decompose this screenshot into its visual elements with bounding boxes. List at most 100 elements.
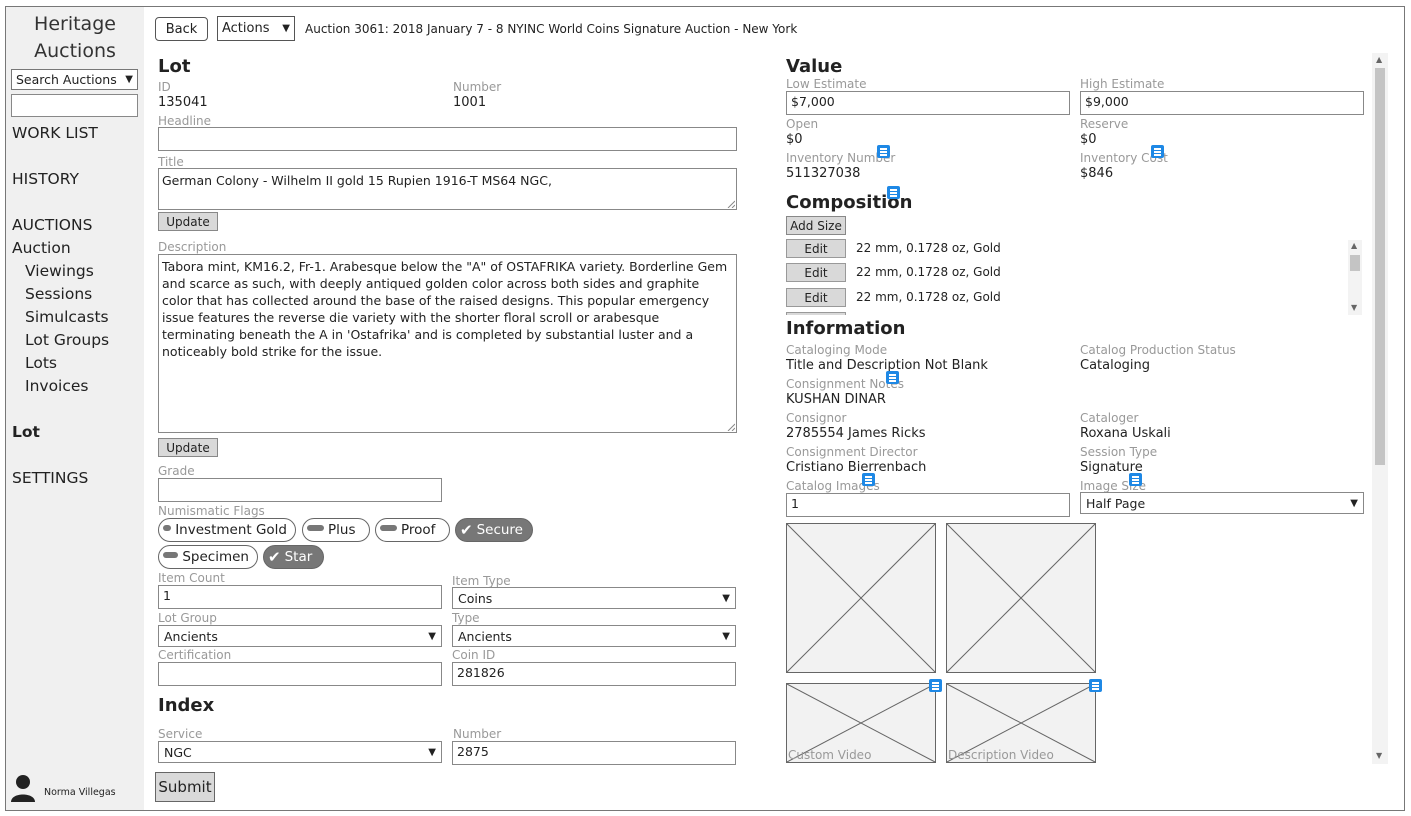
catalog-images-input[interactable]: 1 [786,493,1070,517]
description-textarea[interactable]: Tabora mint, KM16.2, Fr-1. Arabesque bel… [158,254,737,433]
chevron-down-icon: ▼ [125,74,133,85]
image-size-value: Half Page [1086,495,1146,511]
flag-label: Investment Gold [175,522,287,538]
composition-scrollbar[interactable]: ▲ ▼ [1348,240,1362,315]
item-type-select[interactable]: Coins ▼ [452,587,736,609]
scroll-up-icon[interactable]: ▲ [1376,55,1382,64]
scroll-up-icon[interactable]: ▲ [1351,241,1357,250]
composition-edit-button[interactable]: Edit [786,239,846,258]
service-select[interactable]: NGC ▼ [158,741,442,763]
title-text: German Colony - Wilhelm II gold 15 Rupie… [162,173,552,188]
composition-edit-button[interactable]: Edit [786,288,846,307]
composition-scrollbar-thumb[interactable] [1350,255,1360,271]
type-value: Ancients [458,628,512,644]
inventory-number-value: 511327038 [786,166,861,181]
nav-sessions[interactable]: Sessions [25,285,92,303]
grade-input[interactable] [158,478,442,502]
nav-settings[interactable]: SETTINGS [12,469,88,487]
coin-id-input[interactable]: 281826 [452,662,736,686]
scroll-down-icon[interactable]: ▼ [1376,751,1382,760]
title-label: Title [158,155,184,169]
toggle-off-icon [307,525,324,531]
image-placeholder-icon [787,524,935,672]
certification-input[interactable] [158,662,442,686]
flag-secure-toggle[interactable]: ✔ Secure [455,518,533,542]
headline-label: Headline [158,114,212,128]
nav-lot[interactable]: Lot [12,423,40,441]
nav-auctions[interactable]: AUCTIONS [12,216,92,234]
note-icon[interactable] [1089,679,1102,692]
high-estimate-input[interactable]: $9,000 [1080,91,1364,115]
item-count-label: Item Count [158,571,225,585]
cataloger-label: Cataloger [1080,411,1139,425]
flag-plus-toggle[interactable]: Plus [302,518,370,542]
low-estimate-input[interactable]: $7,000 [786,91,1070,115]
resize-grip-icon[interactable] [727,200,735,208]
lot-number-value: 1001 [453,95,487,110]
note-icon[interactable] [929,679,942,692]
service-label: Service [158,727,203,741]
flag-star-toggle[interactable]: ✔ Star [263,545,324,569]
nav-history[interactable]: HISTORY [12,170,79,188]
scroll-down-icon[interactable]: ▼ [1351,303,1357,312]
resize-grip-icon[interactable] [727,423,735,431]
nav-viewings[interactable]: Viewings [25,262,94,280]
image-size-select[interactable]: Half Page ▼ [1080,492,1364,514]
nav-simulcasts[interactable]: Simulcasts [25,308,109,326]
nav-lots[interactable]: Lots [25,354,57,372]
reserve-value: $0 [1080,132,1097,147]
flag-proof-toggle[interactable]: Proof [375,518,450,542]
composition-row-text: 22 mm, 0.1728 oz, Gold [856,265,1001,279]
checkmark-icon: ✔ [460,521,473,539]
type-select[interactable]: Ancients ▼ [452,625,736,647]
index-number-input[interactable]: 2875 [452,741,736,765]
title-update-button[interactable]: Update [158,212,218,231]
flag-label: Plus [328,522,356,538]
add-size-button[interactable]: Add Size [786,216,846,235]
catalog-image-placeholder[interactable] [786,523,936,673]
cataloging-mode-label: Cataloging Mode [786,343,888,357]
custom-video-placeholder[interactable]: Custom Video [786,683,936,763]
note-icon[interactable] [877,145,890,158]
coin-id-label: Coin ID [452,648,496,662]
back-button[interactable]: Back [155,17,208,41]
user-name: Norma Villegas [44,787,116,798]
flag-label: Specimen [182,549,249,565]
note-icon[interactable] [887,186,900,199]
auction-title: Auction 3061: 2018 January 7 - 8 NYINC W… [305,22,798,36]
headline-input[interactable] [158,127,737,151]
catalog-production-status-value: Cataloging [1080,358,1151,373]
composition-edit-button[interactable]: Edit [786,263,846,282]
brand-logo: Heritage Auctions [6,11,144,65]
search-auctions-select[interactable]: Search Auctions ▼ [11,69,138,90]
nav-invoices[interactable]: Invoices [25,377,89,395]
item-count-input[interactable]: 1 [158,585,442,609]
search-input[interactable] [11,94,138,117]
note-icon[interactable] [1151,145,1164,158]
chevron-down-icon: ▼ [428,630,436,642]
description-update-button[interactable]: Update [158,438,218,457]
note-icon[interactable] [862,473,875,486]
note-icon[interactable] [886,371,899,384]
actions-select[interactable]: Actions ▼ [217,16,295,41]
composition-row-text: 22 mm, 0.1728 oz, Gold [856,241,1001,255]
sidebar: Heritage Auctions Search Auctions ▼ WORK… [6,7,144,810]
submit-button[interactable]: Submit [155,772,215,802]
high-estimate-label: High Estimate [1080,77,1165,91]
nav-work-list[interactable]: WORK LIST [12,124,98,142]
page-scrollbar-thumb[interactable] [1375,68,1385,465]
chevron-down-icon: ▼ [1350,497,1358,509]
nav-auction[interactable]: Auction [12,239,71,257]
service-value: NGC [164,744,192,760]
title-textarea[interactable]: German Colony - Wilhelm II gold 15 Rupie… [158,168,737,210]
lot-group-select[interactable]: Ancients ▼ [158,625,442,647]
catalog-image-placeholder[interactable] [946,523,1096,673]
nav-lot-groups[interactable]: Lot Groups [25,331,109,349]
image-placeholder-icon [947,524,1095,672]
flag-specimen-toggle[interactable]: Specimen [158,545,258,569]
note-icon[interactable] [1129,473,1142,486]
flag-label: Secure [476,522,523,538]
flag-investment-gold-toggle[interactable]: Investment Gold [158,518,296,542]
description-video-placeholder[interactable]: Description Video [946,683,1096,763]
page-scrollbar[interactable]: ▲ ▼ [1372,53,1388,764]
